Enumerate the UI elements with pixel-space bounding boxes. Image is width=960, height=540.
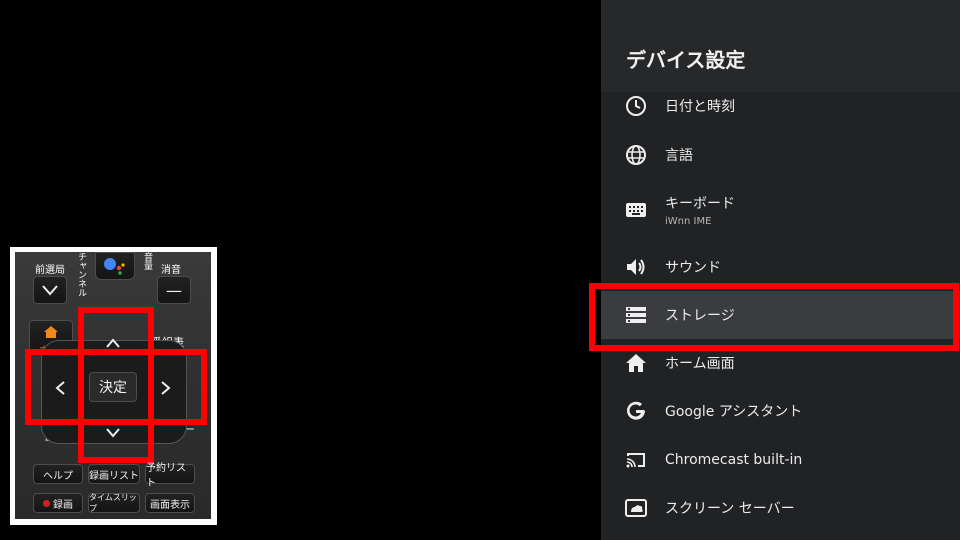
screensaver-icon [625,497,647,519]
menu-item-sublabel: iWnn IME [665,216,712,227]
recording-list-label: 録画リスト [89,470,139,482]
menu-item-label: ホーム画面 [665,356,735,372]
globe-icon [625,144,647,166]
reservation-list-button: 予約リスト [145,463,195,489]
menu-item-label: キーボード [665,196,735,212]
menu-item-label: サウンド [665,260,721,276]
remote-control-photo: 前選局 チャンネル 音量 消音 — ホーム 番組表 戻る サブメニュー [10,247,217,525]
menu-item-label: Google アシスタント [665,404,803,420]
menu-item-google-assistant[interactable]: Google アシスタント [601,387,960,435]
screen-display-label: 画面表示 [150,499,190,511]
time-slip-label: タイムスリップ [89,493,137,513]
menu-item-screensaver[interactable]: スクリーン セーバー [601,484,960,532]
channel-label: チャンネル [76,252,86,297]
menu-item-chromecast[interactable]: Chromecast built-in [601,436,960,484]
menu-item-label: 日付と時刻 [665,99,735,115]
mute-label: 消音 [161,265,181,276]
dpad-highlight-inner-fill [84,355,148,419]
google-icon [625,400,647,422]
google-assistant-icon [104,258,125,275]
menu-item-label: 言語 [665,148,693,164]
screen-display-button: 画面表示 [145,493,195,513]
prev-station-label: 前選局 [35,265,65,276]
menu-item-label: スクリーン セーバー [665,501,795,517]
record-label: 録画 [53,499,73,511]
menu-item-language[interactable]: 言語 [601,131,960,179]
time-slip-button: タイムスリップ [88,493,140,513]
remote-body: 前選局 チャンネル 音量 消音 — ホーム 番組表 戻る サブメニュー [15,252,211,519]
volume-label: 音量 [142,252,152,270]
page-title: デバイス設定 [626,48,746,72]
help-label: ヘルプ [43,470,73,482]
speaker-icon [625,256,647,278]
home-icon [44,326,58,338]
volume-down-button: — [157,276,191,304]
record-button: 録画 [33,493,83,513]
reservation-list-label: 予約リスト [146,463,186,489]
menu-item-keyboard[interactable]: キーボード iWnn IME [601,186,960,234]
menu-item-date-time[interactable]: 日付と時刻 [601,82,960,130]
chevron-down-icon [42,285,58,296]
prev-station-button [33,276,67,304]
menu-item-label: Chromecast built-in [665,452,803,468]
assistant-button [95,252,135,280]
help-button: ヘルプ [33,464,83,484]
device-settings-panel: デバイス設定 日付と時刻 言語 キーボード iWnn IME サウンド ストレー… [601,0,960,540]
record-dot-icon [43,499,50,507]
panel-header: デバイス設定 [601,0,960,92]
keyboard-icon [625,199,647,221]
home-icon [625,352,647,374]
storage-highlight-box [589,283,959,351]
recording-list-button: 録画リスト [88,464,140,484]
cast-icon [625,449,647,471]
clock-icon [625,95,647,117]
